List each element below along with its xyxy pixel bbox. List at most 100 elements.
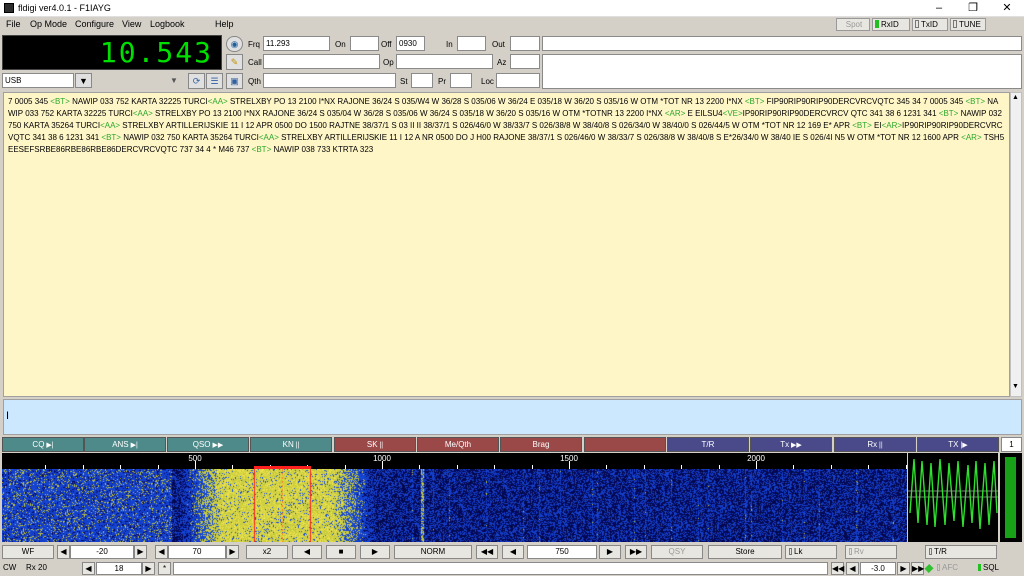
macro-page-indicator[interactable]: 1	[1001, 437, 1022, 452]
save-log-icon[interactable]: ▣	[226, 73, 243, 89]
macro-glyph-icon: ▶|	[44, 442, 54, 449]
ampl-span-field[interactable]: 70	[168, 545, 226, 559]
macro-glyph-icon: ||	[293, 442, 300, 449]
offset-fast-forward-icon[interactable]: ▶▶	[911, 562, 924, 575]
sql-led-icon	[978, 564, 981, 571]
frequency-display[interactable]: 10.543	[2, 35, 222, 70]
ampl-span-down-icon[interactable]: ◀	[155, 545, 168, 559]
wf-speed-button[interactable]: NORM	[394, 545, 472, 559]
scroll-up-icon[interactable]: ▲	[1012, 94, 1019, 101]
globe-icon[interactable]: ◉	[226, 36, 243, 52]
zoom-button[interactable]: x2	[246, 545, 288, 559]
macro-button-t-r[interactable]: T/R	[667, 437, 749, 452]
frq-field[interactable]: 11.293	[263, 36, 330, 51]
loc-field[interactable]	[496, 73, 540, 88]
out-field[interactable]	[510, 36, 540, 51]
scroll-down-icon[interactable]: ▼	[1012, 383, 1019, 390]
menu-file[interactable]: File	[6, 19, 21, 29]
afc-toggle[interactable]: AFC	[937, 562, 967, 575]
macro-button-cq[interactable]: CQ ▶|	[2, 437, 84, 452]
macro-button-me-qth[interactable]: Me/Qth	[417, 437, 499, 452]
macro-glyph-icon: ▶|	[128, 442, 138, 449]
macro-button-rx[interactable]: Rx ||	[834, 437, 916, 452]
txid-toggle[interactable]: TxID	[912, 18, 948, 31]
rx-text-segment: STRELXBY PO 13 2100 I*NX RAJONE 36/24 S …	[152, 109, 665, 118]
macro-button-tx[interactable]: Tx ▶▶	[750, 437, 832, 452]
wpm-field[interactable]: 18	[96, 562, 142, 575]
list-icon[interactable]: ☰	[206, 73, 223, 89]
mode-select[interactable]: USB	[2, 73, 74, 88]
tr-toggle[interactable]: T/R	[925, 545, 997, 559]
lock-toggle[interactable]: Lk	[785, 545, 837, 559]
log-notes-area[interactable]	[542, 54, 1022, 89]
waterfall-display[interactable]	[2, 469, 907, 542]
ref-level-field[interactable]: -20	[70, 545, 134, 559]
tune-toggle[interactable]: TUNE	[950, 18, 986, 31]
macro-button-ans[interactable]: ANS ▶|	[84, 437, 166, 452]
macro-button-kn[interactable]: KN ||	[250, 437, 332, 452]
step-forward-icon[interactable]: ▶	[599, 545, 621, 559]
macro-button-sk[interactable]: SK ||	[334, 437, 416, 452]
macro-button-qso[interactable]: QSO ▶▶	[167, 437, 249, 452]
on-field[interactable]	[350, 36, 379, 51]
sql-toggle[interactable]: SQL	[978, 562, 1018, 575]
wf-rewind-icon[interactable]: ◀	[292, 545, 322, 559]
title-bar: fldigi ver4.0.1 - F1IAYG – ❐ ✕	[0, 0, 1024, 17]
notes-field[interactable]	[542, 36, 1022, 51]
az-label: Az	[497, 58, 507, 67]
in-field[interactable]	[457, 36, 486, 51]
store-button[interactable]: Store	[708, 545, 782, 559]
pr-field[interactable]	[450, 73, 472, 88]
menu-configure[interactable]: Configure	[75, 19, 114, 29]
carrier-freq-field[interactable]: 750	[527, 545, 597, 559]
maximize-button[interactable]: ❐	[956, 0, 990, 17]
wpm-up-icon[interactable]: ▶	[142, 562, 155, 575]
macro-button-tx[interactable]: TX |▶	[917, 437, 999, 452]
wpm-default-button[interactable]: *	[158, 562, 171, 575]
ref-level-down-icon[interactable]: ◀	[57, 545, 70, 559]
az-field[interactable]	[510, 54, 540, 69]
call-field[interactable]	[263, 54, 380, 69]
step-back-icon[interactable]: ◀	[502, 545, 524, 559]
wpm-down-icon[interactable]: ◀	[82, 562, 95, 575]
reverse-toggle[interactable]: Rv	[845, 545, 897, 559]
minimize-button[interactable]: –	[922, 0, 956, 17]
macro-button-brag[interactable]: Brag	[500, 437, 582, 452]
offset-forward-icon[interactable]: ▶	[897, 562, 910, 575]
menu-logbook[interactable]: Logbook	[150, 19, 185, 29]
offset-back-icon[interactable]: ◀	[846, 562, 859, 575]
spot-toggle[interactable]: Spot	[836, 18, 870, 31]
menu-op-mode[interactable]: Op Mode	[30, 19, 67, 29]
st-field[interactable]	[411, 73, 433, 88]
ruler-tick-label: 2000	[747, 454, 765, 463]
macro-button-empty[interactable]	[584, 437, 666, 452]
ampl-span-up-icon[interactable]: ▶	[226, 545, 239, 559]
rx-scrollbar[interactable]: ▲ ▼	[1010, 92, 1022, 397]
fast-forward-icon[interactable]: ▶▶	[625, 545, 647, 559]
menu-help[interactable]: Help	[215, 19, 234, 29]
qsy-button[interactable]: QSY	[651, 545, 703, 559]
wf-mode-button[interactable]: WF	[2, 545, 54, 559]
refresh-icon[interactable]: ⟳	[188, 73, 205, 89]
broom-icon[interactable]: ✎	[226, 54, 243, 70]
qth-field[interactable]	[263, 73, 396, 88]
receive-text-pane[interactable]: 7 0005 345 <BT> NAWIP 033 752 KARTA 3222…	[3, 92, 1010, 397]
menu-view[interactable]: View	[122, 19, 141, 29]
txid-led-icon	[915, 20, 919, 28]
wf-forward-icon[interactable]: ▶	[360, 545, 390, 559]
mode-dropdown-button[interactable]: ▼	[75, 73, 92, 88]
ref-level-up-icon[interactable]: ▶	[134, 545, 147, 559]
offset-fast-back-icon[interactable]: ◀◀	[831, 562, 844, 575]
frequency-ruler[interactable]: 500 1000 1500 2000	[2, 453, 907, 469]
off-field[interactable]: 0930	[396, 36, 425, 51]
op-field[interactable]	[396, 54, 493, 69]
offset-field[interactable]: -3.0	[860, 562, 896, 575]
wf-pause-icon[interactable]: ■	[326, 545, 356, 559]
tr-label: T/R	[934, 547, 947, 556]
close-button[interactable]: ✕	[990, 0, 1024, 17]
transmit-text-pane[interactable]: I	[3, 399, 1022, 435]
rxid-toggle[interactable]: RxID	[872, 18, 910, 31]
rx-prosign-tag: <AR>	[961, 133, 982, 142]
fast-back-icon[interactable]: ◀◀	[476, 545, 498, 559]
chevron-down-icon[interactable]: ▼	[170, 76, 178, 85]
